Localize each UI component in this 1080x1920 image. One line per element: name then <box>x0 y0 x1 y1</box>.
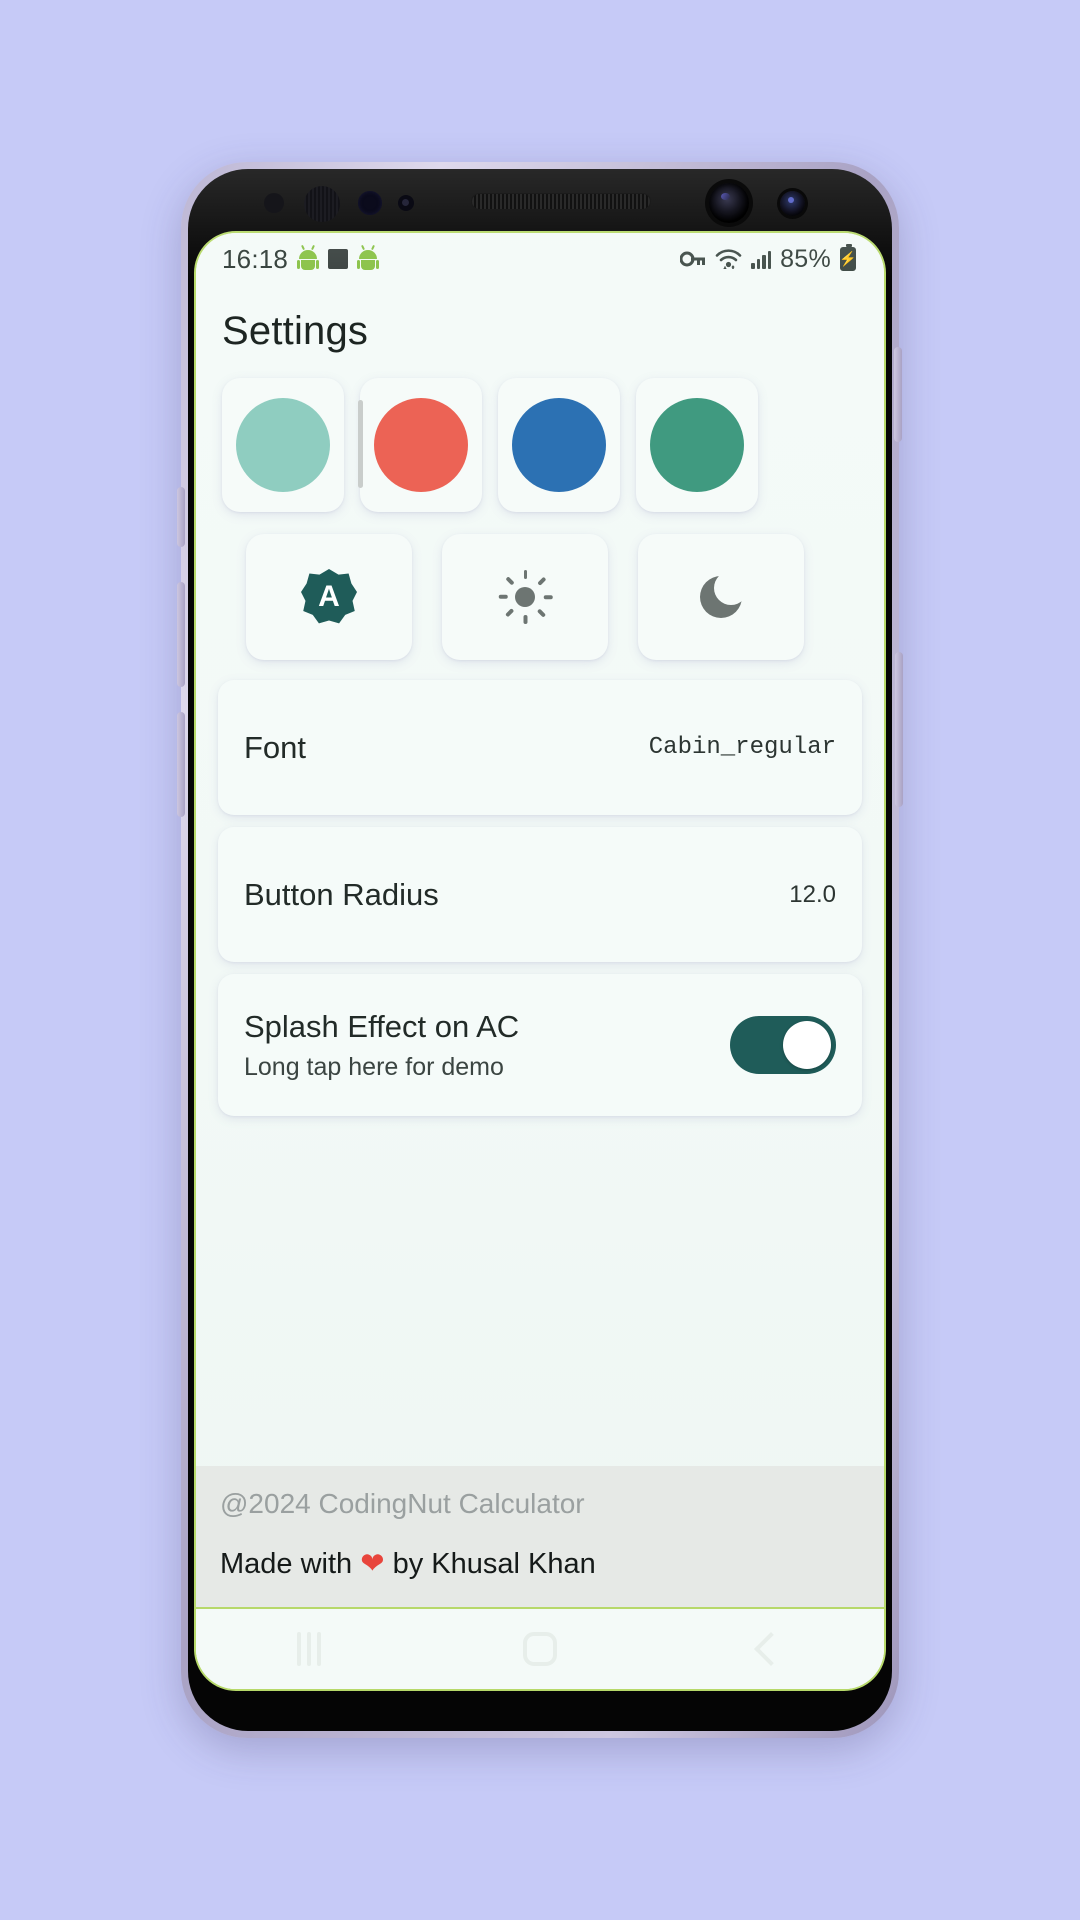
phone-bezel: 16:18 85% ⚡ Settings A Font Cabin_regula… <box>188 169 892 1731</box>
wifi-icon <box>715 249 742 269</box>
setting-value-button-radius: 12.0 <box>789 880 836 908</box>
theme-mode-selector[interactable]: A <box>218 518 862 668</box>
phone-volume-up-button[interactable] <box>177 582 185 687</box>
square-notification-icon <box>328 249 349 269</box>
earpiece-speaker-icon <box>471 193 651 210</box>
setting-row-splash-effect[interactable]: Splash Effect on AC Long tap here for de… <box>218 974 862 1116</box>
android-robot-icon-2 <box>357 248 380 270</box>
setting-row-font[interactable]: Font Cabin_regular <box>218 680 862 815</box>
setting-title-splash-effect: Splash Effect on AC <box>244 1008 520 1044</box>
auto-theme-letter: A <box>318 580 340 613</box>
battery-charging-icon <box>840 244 856 271</box>
color-swatch-mint-teal[interactable] <box>236 398 330 492</box>
light-sensor-icon <box>358 191 382 215</box>
android-robot-icon <box>297 248 320 270</box>
color-swatch-card[interactable] <box>360 378 482 512</box>
setting-value-font: Cabin_regular <box>648 734 836 761</box>
back-button-icon[interactable] <box>754 1632 788 1666</box>
status-bar-clock: 16:18 <box>222 243 289 274</box>
theme-mode-dark[interactable] <box>638 534 804 660</box>
home-button-icon[interactable] <box>523 1632 557 1666</box>
theme-mode-auto[interactable]: A <box>246 534 412 660</box>
auto-theme-icon: A <box>301 569 357 625</box>
front-camera-icon <box>709 183 749 223</box>
sun-icon <box>498 570 553 624</box>
accent-color-picker[interactable] <box>218 364 862 518</box>
theme-mode-light[interactable] <box>442 534 608 660</box>
phone-side-button-top-right[interactable] <box>894 347 902 442</box>
heart-icon: ❤ <box>360 1548 385 1580</box>
setting-subtitle-splash-effect: Long tap here for demo <box>244 1052 504 1081</box>
footer-credit-suffix: by Khusal Khan <box>384 1548 596 1580</box>
color-swatch-coral-red[interactable] <box>374 398 468 492</box>
moon-icon <box>697 571 748 621</box>
color-swatch-card[interactable] <box>222 378 344 512</box>
phone-mockup: 16:18 85% ⚡ Settings A Font Cabin_regula… <box>177 162 903 1738</box>
proximity-sensor-icon <box>264 193 284 213</box>
phone-sensor-strip <box>188 169 892 231</box>
footer-copyright: @2024 CodingNut Calculator <box>220 1488 585 1519</box>
settings-content: A Font Cabin_regular Button Radius 12.0 … <box>196 364 884 1466</box>
setting-row-button-radius[interactable]: Button Radius 12.0 <box>218 827 862 962</box>
footer-credit: Made with ❤ by Khusal Khan <box>220 1546 860 1581</box>
iris-scanner-icon <box>304 186 340 222</box>
battery-percent-label: 85% <box>780 244 831 273</box>
footer-credit-prefix: Made with <box>220 1548 361 1580</box>
phone-power-button[interactable] <box>895 652 903 807</box>
color-swatch-card[interactable] <box>498 378 620 512</box>
signal-bars-icon <box>751 250 772 269</box>
secondary-camera-icon <box>780 191 805 216</box>
vpn-key-icon <box>680 250 706 268</box>
phone-frame: 16:18 85% ⚡ Settings A Font Cabin_regula… <box>177 162 903 1738</box>
phone-bixby-button[interactable] <box>177 487 185 547</box>
color-swatch-steel-blue[interactable] <box>512 398 606 492</box>
recents-button-icon[interactable] <box>297 1632 321 1666</box>
color-selection-indicator <box>358 400 363 488</box>
phone-screen: 16:18 85% ⚡ Settings A Font Cabin_regula… <box>194 231 886 1691</box>
color-swatch-card[interactable] <box>636 378 758 512</box>
status-bar: 16:18 85% ⚡ <box>196 233 884 285</box>
color-swatch-sea-green[interactable] <box>650 398 744 492</box>
phone-volume-down-button[interactable] <box>177 712 185 817</box>
ir-sensor-icon <box>398 195 414 211</box>
app-footer: @2024 CodingNut Calculator Made with ❤ b… <box>196 1466 884 1607</box>
setting-title-button-radius: Button Radius <box>244 876 439 912</box>
android-navigation-bar <box>196 1607 884 1689</box>
page-title: Settings <box>222 309 369 353</box>
setting-title-font: Font <box>244 729 307 765</box>
splash-effect-toggle[interactable] <box>730 1016 836 1074</box>
toggle-knob <box>783 1021 831 1069</box>
